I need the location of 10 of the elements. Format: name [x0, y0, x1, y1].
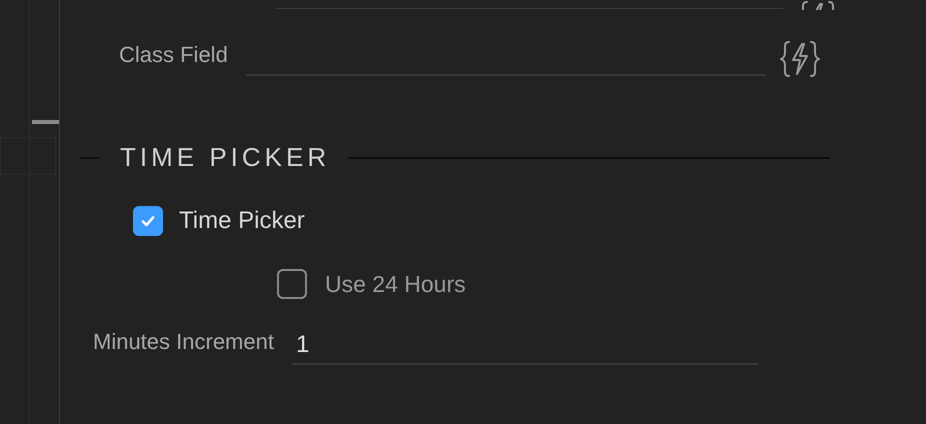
- field-label: Class Field: [119, 42, 228, 68]
- checkbox-label: Time Picker: [179, 207, 305, 235]
- input-field[interactable]: 1: [292, 327, 758, 365]
- section-title: TIME PICKER: [120, 142, 330, 173]
- checkbox[interactable]: [133, 206, 163, 236]
- resize-handle[interactable]: [32, 120, 59, 124]
- checkbox[interactable]: [277, 269, 307, 299]
- check-icon: [140, 213, 156, 229]
- field-label: Minutes Increment: [93, 329, 274, 355]
- checkbox-label: Use 24 Hours: [325, 270, 466, 298]
